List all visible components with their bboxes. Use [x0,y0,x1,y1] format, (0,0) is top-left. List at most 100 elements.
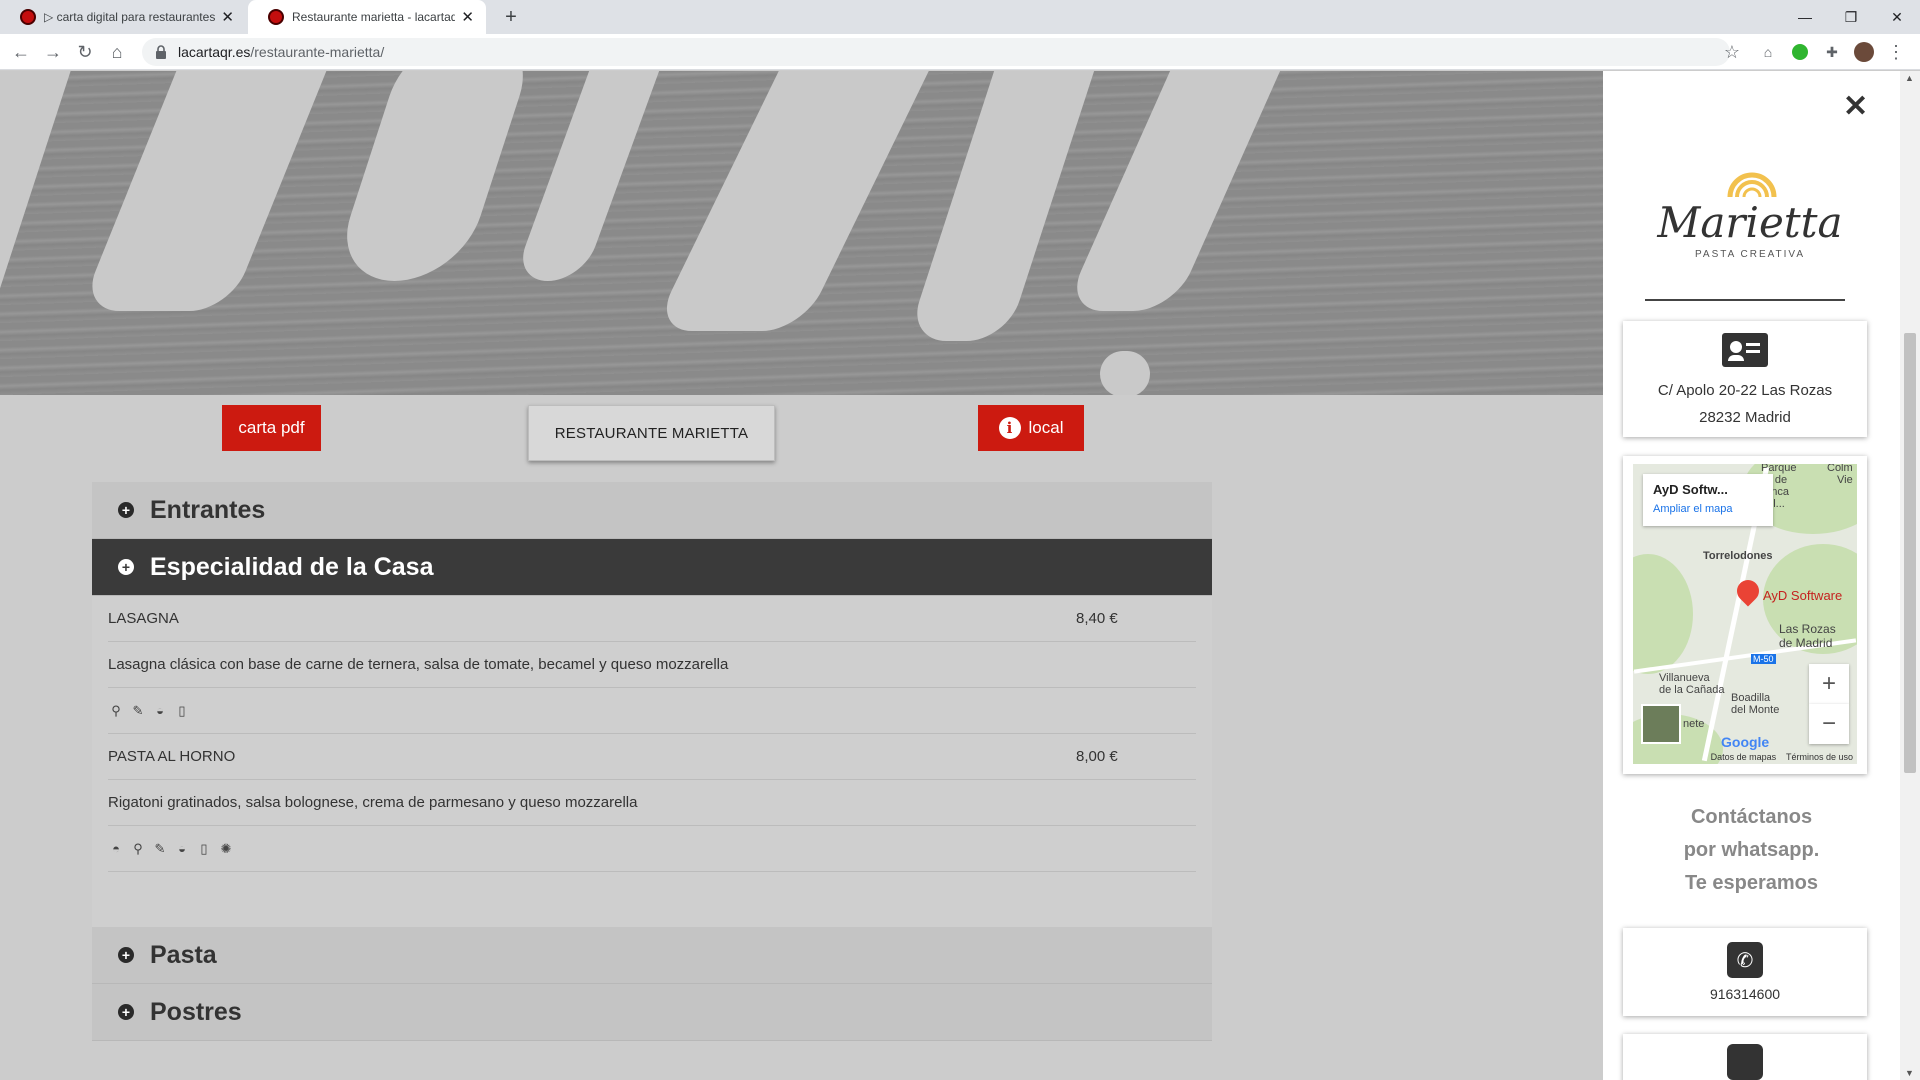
category-label: Entrantes [150,495,266,524]
phone-number: 916314600 [1709,986,1781,1002]
browser-tab-bar: ▷ carta digital para restaurantes ✕ Rest… [0,0,1920,34]
contact-card-icon [1722,333,1768,367]
back-arrow-icon[interactable]: ← [8,39,34,65]
scroll-up-icon[interactable]: ▲ [1905,73,1914,83]
allergen-celery-icon: ⚲ [133,840,143,856]
close-tab-icon[interactable]: ✕ [221,8,234,26]
google-logo: Google [1721,734,1770,750]
whatsapp-contact-text: Contáctanos por whatsapp. Te esperamos [1603,801,1900,900]
page-viewport: carta pdf RESTAURANTE MARIETTA i local +… [0,71,1920,1080]
close-tab-icon[interactable]: ✕ [461,8,474,26]
item-name: PASTA AL HORNO [108,748,236,765]
category-label: Pasta [150,940,217,969]
contact-line-1: Contáctanos [1690,806,1813,828]
restaurant-name-label: RESTAURANTE MARIETTA [528,405,775,461]
category-items-list: LASAGNA 8,40 € Lasagna clásica con base … [92,596,1212,927]
enlarge-map-link[interactable]: Ampliar el mapa [1653,503,1763,515]
expand-plus-icon: + [118,559,134,575]
lock-icon [156,45,166,59]
browser-tab-marietta[interactable]: Restaurante marietta - lacartaqr ✕ [248,0,486,34]
browser-menu-icon[interactable]: ⋮ [1884,40,1908,64]
restore-icon[interactable]: ❐ [1828,0,1874,34]
home-icon[interactable]: ⌂ [104,39,130,65]
tab-title: Restaurante marietta - lacartaqr [292,10,456,24]
window-controls: — ❐ ✕ [1782,0,1920,34]
menu-item-allergens-row: ⚲ ✎ ◒ ▯ [108,688,1196,734]
menu-item-row: LASAGNA 8,40 € [108,596,1196,642]
close-window-icon[interactable]: ✕ [1874,0,1920,34]
phone-icon: ✆ [1727,942,1763,978]
local-info-button[interactable]: i local [978,405,1084,451]
info-icon: i [998,417,1021,439]
menu-item-description-row: Lasagna clásica con base de carne de ter… [108,642,1196,688]
address-line-1: C/ Apolo 20-22 Las Rozas [1657,382,1833,399]
forward-arrow-icon[interactable]: → [40,39,66,65]
tab-title: ▷ carta digital para restaurantes [44,10,216,24]
close-sidebar-icon[interactable]: ✕ [1843,89,1868,124]
category-postres[interactable]: + Postres [92,984,1212,1041]
profile-avatar[interactable] [1852,40,1876,64]
category-entrantes[interactable]: + Entrantes [92,482,1212,539]
allergen-gluten-icon: ✎ [132,702,144,718]
contact-line-3: Te esperamos [1684,872,1819,894]
extension-house-icon[interactable]: ⌂ [1756,40,1780,64]
address-bar[interactable]: lacartaqr.es/restaurante-marietta/ [142,38,1730,66]
whatsapp-icon [1727,1044,1763,1080]
menu-accordion: + Entrantes + Especialidad de la Casa LA… [92,482,1212,1041]
allergen-egg-icon: ◒ [178,841,186,856]
address-line-2: 28232 Madrid [1699,409,1791,426]
google-map[interactable]: Parque onal de uenca del... Colm Vie Tor… [1633,464,1857,764]
address-card: C/ Apolo 20-22 Las Rozas 28232 Madrid [1623,321,1867,437]
item-description: Rigatoni gratinados, salsa bolognese, cr… [108,794,638,811]
category-label: Especialidad de la Casa [150,552,434,581]
phone-card[interactable]: ✆ 916314600 [1623,928,1867,1016]
whatsapp-card[interactable] [1623,1034,1867,1080]
expand-plus-icon: + [118,947,134,963]
url-path: /restaurante-marietta/ [250,44,385,60]
site-favicon-icon [268,9,284,25]
allergen-egg-icon: ◒ [156,703,164,718]
menu-item-row: PASTA AL HORNO 8,00 € [108,734,1196,780]
map-place-title: AyD Softw... [1653,482,1728,497]
browser-toolbar: ← → ↻ ⌂ lacartaqr.es/restaurante-mariett… [0,34,1920,70]
allergen-milk-icon: ▯ [200,840,208,856]
allergen-shellfish-icon: ✺ [220,840,232,856]
satellite-toggle-button[interactable] [1641,704,1681,744]
allergen-icons: ◓ ⚲ ✎ ◒ ▯ ✺ [108,841,234,857]
page-scrollbar[interactable]: ▲ ▼ [1900,71,1920,1080]
allergen-fish-icon: ◓ [112,841,120,856]
marietta-logo: Marietta PASTA CREATIVA [1656,172,1843,260]
category-especialidad[interactable]: + Especialidad de la Casa [92,539,1212,596]
item-price: 8,40 € [1076,610,1118,627]
scroll-down-icon[interactable]: ▼ [1905,1068,1914,1078]
map-info-window: AyD Softw... Ampliar el mapa [1643,474,1773,526]
category-label: Postres [150,997,242,1026]
hero-banner-image [0,71,1603,395]
map-terms-link[interactable]: Términos de uso [1786,752,1853,762]
category-pasta[interactable]: + Pasta [92,927,1212,984]
expand-plus-icon: + [118,1004,134,1020]
scrollbar-thumb[interactable] [1904,333,1916,773]
carta-pdf-button[interactable]: carta pdf [222,405,321,451]
logo-title: Marietta [1656,198,1842,247]
extension-green-icon[interactable] [1788,40,1812,64]
logo-divider [1645,299,1845,301]
menu-item-description-row: Rigatoni gratinados, salsa bolognese, cr… [108,780,1196,826]
bookmark-star-icon[interactable]: ☆ [1718,38,1746,66]
minimize-icon[interactable]: — [1782,0,1828,34]
item-description: Lasagna clásica con base de carne de ter… [108,656,729,673]
allergen-gluten-icon: ✎ [154,840,166,856]
item-name: LASAGNA [108,610,179,627]
info-sidebar: ✕ Marietta PASTA CREATIVA C/ Apolo 20-22… [1603,71,1900,1080]
reload-icon[interactable]: ↻ [72,39,98,65]
local-button-label: local [1028,418,1064,437]
allergen-milk-icon: ▯ [178,702,186,718]
browser-tab-carta-digital[interactable]: ▷ carta digital para restaurantes ✕ [0,0,246,34]
new-tab-button[interactable]: + [498,4,524,30]
allergen-icons: ⚲ ✎ ◒ ▯ [108,703,190,719]
map-data-link[interactable]: Datos de mapas [1711,752,1777,762]
zoom-out-button[interactable]: − [1809,704,1849,744]
extensions-puzzle-icon[interactable]: ✚ [1820,40,1844,64]
zoom-in-button[interactable]: + [1809,664,1849,704]
item-price: 8,00 € [1076,748,1118,765]
